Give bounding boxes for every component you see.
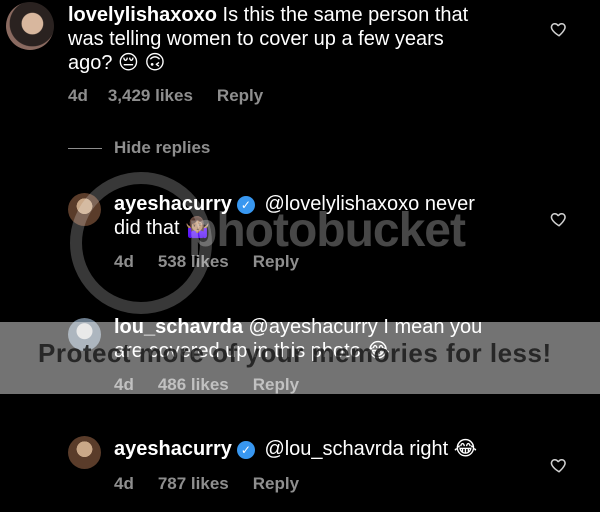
comment-meta: 4d 787 likes Reply [114,474,299,494]
mention-link[interactable]: @ayeshacurry [249,316,378,338]
comment-body-line: are covered up in this photo 😂 [114,340,390,362]
likes-count[interactable]: 787 likes [158,474,229,494]
comment-age: 4d [114,375,134,394]
comment-age: 4d [68,86,88,105]
verified-badge-icon: ✓ [236,196,255,214]
comment-text: lou_schavrda @ayeshacurry I mean you [114,315,482,339]
heart-icon[interactable] [550,20,568,38]
comment-meta: 4d 3,429 likes Reply [68,86,263,106]
likes-count[interactable]: 3,429 likes [108,86,193,106]
reply-button[interactable]: Reply [253,474,299,494]
comment-text: lovelylishaxoxo Is this the same person … [68,3,468,27]
likes-count[interactable]: 486 likes [158,375,229,395]
avatar[interactable] [68,436,101,469]
likes-count[interactable]: 538 likes [158,252,229,272]
comment-text: ayeshacurry ✓ @lovelylishaxoxo never [114,192,475,216]
username[interactable]: lou_schavrda [114,316,243,338]
comment-text: ayeshacurry ✓ @lou_schavrda right 😂 [114,437,477,461]
avatar[interactable] [68,318,101,351]
username[interactable]: lovelylishaxoxo [68,4,217,26]
avatar[interactable] [68,193,101,226]
verified-badge-icon: ✓ [236,441,255,459]
username[interactable]: ayeshacurry [114,438,232,460]
reply-button[interactable]: Reply [217,86,263,106]
hide-replies-button[interactable]: Hide replies [68,138,210,158]
comment-age: 4d [114,252,134,271]
divider-line [68,147,102,149]
comment-body-line: ago? 😔 🙃 [68,52,166,74]
comment-body: I mean you [383,316,483,338]
reply-button[interactable]: Reply [253,375,299,395]
heart-icon[interactable] [550,210,568,228]
comment-body-line: did that 🤷🏽‍♀️ [114,217,211,239]
username[interactable]: ayeshacurry [114,193,232,215]
comment-body: right 😂 [409,438,478,460]
comment-age: 4d [114,474,134,493]
comment-body-line: was telling women to cover up a few year… [68,28,444,50]
mention-link[interactable]: @lou_schavrda [264,438,403,460]
comment-meta: 4d 538 likes Reply [114,252,299,272]
comment-body: Is this the same person that [222,4,469,26]
avatar[interactable] [6,2,54,50]
reply-button[interactable]: Reply [253,252,299,272]
heart-icon[interactable] [550,456,568,474]
hide-replies-label: Hide replies [114,138,211,157]
comment-body: never [424,193,475,215]
mention-link[interactable]: @lovelylishaxoxo [264,193,419,215]
comment-meta: 4d 486 likes Reply [114,375,299,395]
